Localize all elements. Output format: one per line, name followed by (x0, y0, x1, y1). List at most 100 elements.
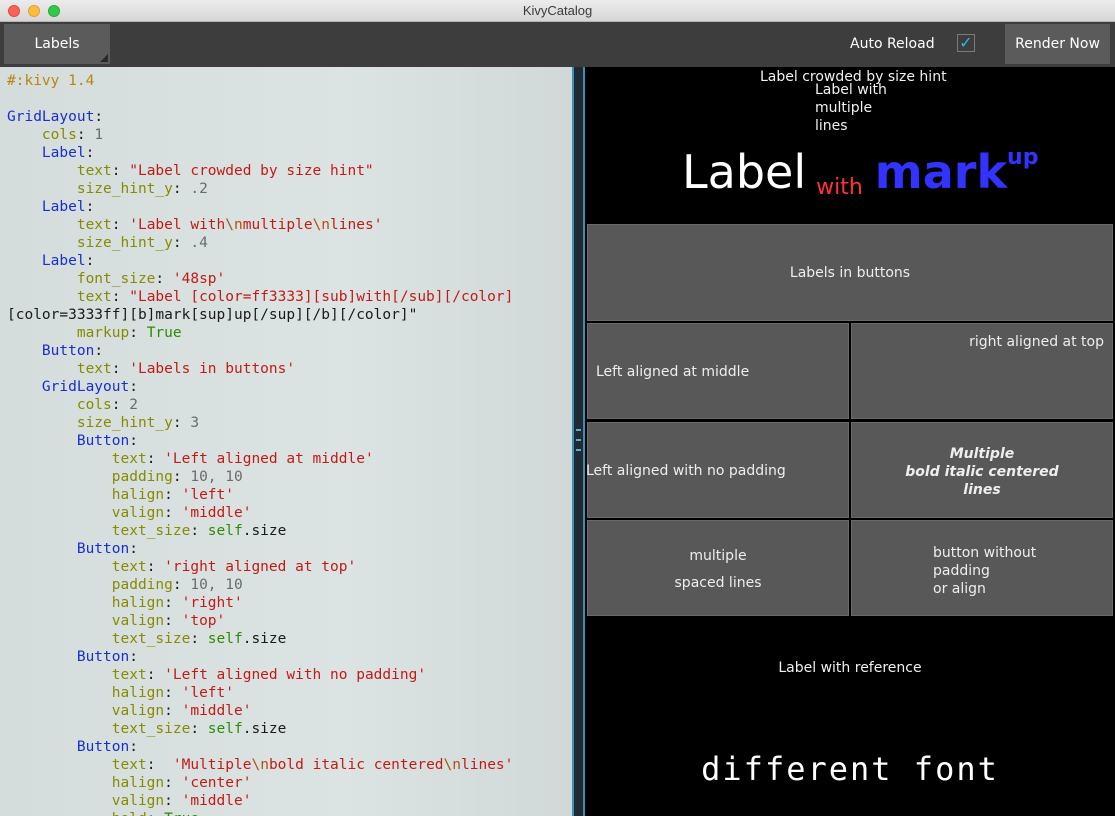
label-different-font: different font (701, 750, 999, 788)
code-token: : (129, 649, 138, 665)
bold-italic-label: Multiple bold italic centered lines (852, 445, 1112, 499)
right-top-button[interactable]: right aligned at top (851, 323, 1113, 419)
code-text[interactable]: #:kivy 1.4 GridLayout: cols: 1 Label: tex… (0, 67, 572, 816)
code-token: : (164, 703, 182, 719)
code-token: size_hint_y (7, 415, 173, 431)
auto-reload-checkbox[interactable]: ✓ (957, 34, 975, 52)
code-token: GridLayout (7, 109, 95, 125)
code-line[interactable]: size_hint_y: .2 (7, 180, 572, 198)
spaced-line: multiple (689, 548, 747, 564)
code-line[interactable]: Button: (7, 540, 572, 558)
no-padding-button[interactable]: button without padding or align (851, 520, 1113, 616)
code-token: 3 (190, 415, 200, 431)
code-line[interactable]: halign: 'left' (7, 684, 572, 702)
code-line[interactable]: padding: 10, 10 (7, 468, 572, 486)
code-line[interactable]: bold: True (7, 810, 572, 816)
code-line[interactable]: Button: (7, 342, 572, 360)
code-token: halign (7, 595, 165, 611)
code-token: .2 (190, 181, 208, 197)
code-line[interactable]: halign: 'center' (7, 774, 572, 792)
labels-in-buttons-button[interactable]: Labels in buttons (587, 224, 1113, 321)
code-token: \n (251, 757, 269, 773)
code-token: text (7, 757, 147, 773)
splitter[interactable] (572, 67, 585, 816)
code-line[interactable]: GridLayout: (7, 108, 572, 126)
label-multiline-line: lines (815, 118, 848, 134)
code-token: True (164, 811, 199, 816)
code-token: : (155, 271, 173, 287)
code-token: : (111, 397, 130, 413)
code-line[interactable]: text: 'Label with\nmultiple\nlines' (7, 216, 572, 234)
label-reference[interactable]: Label with reference (585, 660, 1115, 676)
code-line[interactable]: text_size: self.size (7, 720, 572, 738)
title-bar: KivyCatalog (0, 0, 1115, 22)
labels-in-buttons-label: Labels in buttons (789, 265, 911, 281)
code-line[interactable]: valign: 'middle' (7, 702, 572, 720)
code-line[interactable]: Label: (7, 198, 572, 216)
code-line[interactable]: padding: 10, 10 (7, 576, 572, 594)
code-token: : (172, 181, 191, 197)
code-token: : (146, 757, 165, 773)
code-line[interactable]: text: 'Left aligned with no padding' (7, 666, 572, 684)
code-token: [color=3333ff][b]mark[sup]up[/sup][/b][/… (7, 307, 418, 323)
code-line[interactable]: valign: 'middle' (7, 504, 572, 522)
code-token: 'middle' (181, 505, 252, 521)
code-line[interactable]: cols: 2 (7, 396, 572, 414)
bold-italic-button[interactable]: Multiple bold italic centered lines (851, 422, 1113, 518)
code-line[interactable]: text_size: self.size (7, 630, 572, 648)
code-token: padding (7, 469, 173, 485)
example-spinner[interactable]: Labels (4, 24, 110, 64)
code-line[interactable]: Button: (7, 432, 572, 450)
code-line[interactable]: text: 'Left aligned at middle' (7, 450, 572, 468)
code-token: : (164, 613, 182, 629)
code-token: text (7, 361, 112, 377)
left-no-padding-button[interactable]: Left aligned with no padding (586, 422, 849, 518)
code-token: : (94, 109, 104, 125)
no-padding-label: button without padding or align (933, 544, 1036, 598)
code-line[interactable]: font_size: '48sp' (7, 270, 572, 288)
code-line[interactable]: #:kivy 1.4 (7, 72, 572, 90)
left-middle-label: Left aligned at middle (596, 364, 750, 380)
code-line[interactable]: markup: True (7, 324, 572, 342)
code-token: : (129, 325, 147, 341)
code-line[interactable]: Label: (7, 144, 572, 162)
code-line[interactable]: GridLayout: (7, 378, 572, 396)
code-line[interactable]: text: 'Labels in buttons' (7, 360, 572, 378)
bold-italic-line: lines (963, 482, 1001, 498)
code-line[interactable]: valign: 'top' (7, 612, 572, 630)
code-token: halign (7, 775, 165, 791)
code-line[interactable]: text: "Label [color=ff3333][sub]with[/su… (7, 288, 572, 306)
code-line[interactable]: text_size: self.size (7, 522, 572, 540)
markup-sup-text: up (1007, 145, 1039, 170)
render-now-button[interactable]: Render Now (1005, 24, 1110, 64)
code-line[interactable]: [color=3333ff][b]mark[sup]up[/sup][/b][/… (7, 306, 572, 324)
code-token: : (190, 523, 208, 539)
code-token: "Label [color=ff3333][sub]with[/sub][/co… (129, 289, 514, 305)
no-padding-line: padding (933, 563, 990, 579)
code-line[interactable]: size_hint_y: 3 (7, 414, 572, 432)
code-line[interactable]: text: "Label crowded by size hint" (7, 162, 572, 180)
code-editor[interactable]: #:kivy 1.4 GridLayout: cols: 1 Label: tex… (0, 67, 572, 816)
code-token: .size (242, 721, 287, 737)
code-token: : (111, 361, 130, 377)
code-token: #:kivy 1.4 (7, 73, 95, 89)
code-line[interactable]: size_hint_y: .4 (7, 234, 572, 252)
left-middle-button[interactable]: Left aligned at middle (587, 323, 849, 419)
code-line[interactable]: Label: (7, 252, 572, 270)
code-line[interactable] (7, 90, 572, 108)
code-line[interactable]: cols: 1 (7, 126, 572, 144)
code-line[interactable]: text: 'Multiple\nbold italic centered\nl… (7, 756, 572, 774)
splitter-grip-icon[interactable] (576, 429, 581, 451)
code-line[interactable]: text: 'right aligned at top' (7, 558, 572, 576)
no-padding-line: button without (933, 545, 1037, 561)
spaced-lines-button[interactable]: multiple spaced lines (587, 520, 849, 616)
code-token: text (7, 559, 147, 575)
code-line[interactable]: valign: 'middle' (7, 792, 572, 810)
code-token: text (7, 217, 112, 233)
code-line[interactable]: halign: 'right' (7, 594, 572, 612)
code-line[interactable]: halign: 'left' (7, 486, 572, 504)
code-line[interactable]: Button: (7, 648, 572, 666)
no-padding-line: or align (933, 581, 986, 597)
code-token: Label (7, 199, 86, 215)
code-line[interactable]: Button: (7, 738, 572, 756)
